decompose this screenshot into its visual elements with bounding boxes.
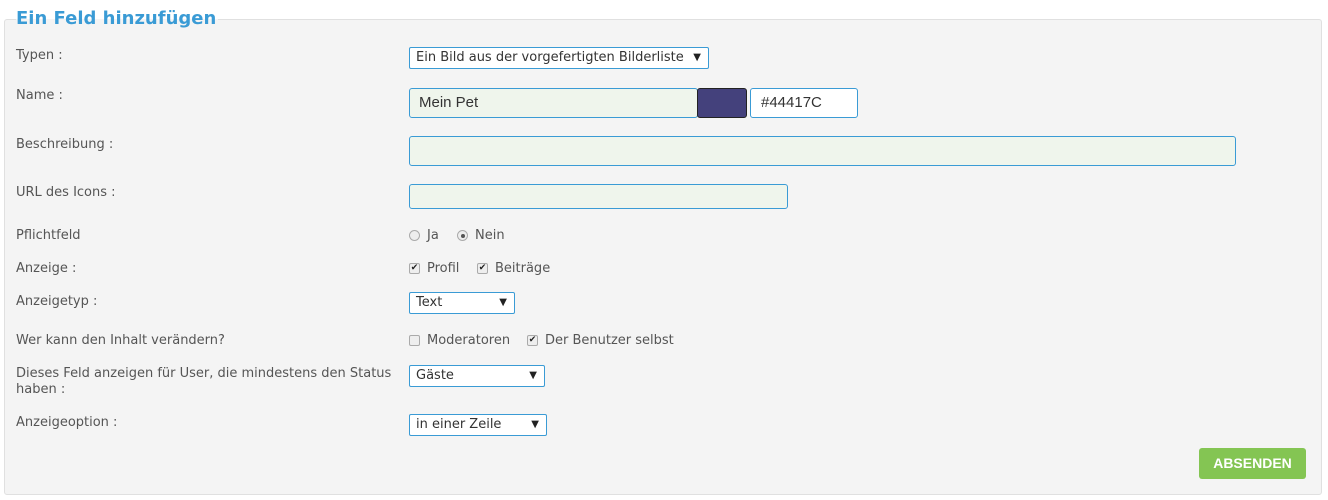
chevron-down-icon: ▼ — [529, 370, 537, 381]
checkbox-unchecked-icon — [409, 335, 420, 346]
anzeige-beitraege-checkbox[interactable]: ✔ Beiträge — [477, 261, 550, 276]
pflichtfeld-ja-radio[interactable]: Ja — [409, 228, 439, 243]
status-select[interactable]: Gäste ▼ — [409, 365, 545, 387]
pflichtfeld-label: Pflichtfeld — [16, 228, 81, 243]
status-label: Dieses Feld anzeigen für User, die minde… — [16, 366, 391, 398]
chevron-down-icon: ▼ — [531, 419, 539, 430]
url-icon-label: URL des Icons : — [16, 185, 116, 200]
beschreibung-input[interactable] — [409, 136, 1236, 166]
status-label-line1: Dieses Feld anzeigen für User, die minde… — [16, 366, 392, 381]
name-label: Name : — [16, 88, 63, 103]
benutzer-selbst-checkbox[interactable]: ✔ Der Benutzer selbst — [527, 333, 674, 348]
chevron-down-icon: ▼ — [499, 297, 507, 308]
checkbox-checked-icon: ✔ — [409, 263, 420, 274]
wer-kann-label: Wer kann den Inhalt verändern? — [16, 333, 225, 348]
status-select-value: Gäste — [416, 368, 454, 383]
checkbox-label: Moderatoren — [427, 333, 511, 348]
submit-button[interactable]: ABSENDEN — [1199, 448, 1306, 479]
moderatoren-checkbox[interactable]: Moderatoren — [409, 333, 510, 348]
checkbox-checked-icon: ✔ — [527, 335, 538, 346]
typen-label: Typen : — [16, 48, 63, 63]
name-input[interactable]: Mein Pet — [409, 88, 698, 118]
beschreibung-label: Beschreibung : — [16, 137, 114, 152]
status-label-line2: haben : — [16, 382, 66, 397]
radio-selected-icon — [457, 230, 468, 241]
pflichtfeld-nein-radio[interactable]: Nein — [457, 228, 505, 243]
checkbox-label: Beiträge — [495, 261, 551, 276]
anzeigetyp-label: Anzeigetyp : — [16, 294, 98, 309]
anzeigeoption-select[interactable]: in einer Zeile ▼ — [409, 414, 547, 436]
url-icon-input[interactable] — [409, 184, 788, 209]
chevron-down-icon: ▼ — [693, 52, 701, 63]
panel-title: Ein Feld hinzufügen — [16, 8, 219, 30]
radio-icon — [409, 230, 420, 241]
radio-label: Nein — [475, 228, 505, 243]
checkbox-label: Der Benutzer selbst — [545, 333, 674, 348]
typen-select-value: Ein Bild aus der vorgefertigten Bilderli… — [416, 50, 684, 65]
radio-label: Ja — [427, 228, 439, 243]
anzeigetyp-select[interactable]: Text ▼ — [409, 292, 515, 314]
checkbox-label: Profil — [427, 261, 460, 276]
anzeige-label: Anzeige : — [16, 261, 77, 276]
checkbox-checked-icon: ✔ — [477, 263, 488, 274]
anzeigetyp-select-value: Text — [416, 295, 443, 310]
typen-select[interactable]: Ein Bild aus der vorgefertigten Bilderli… — [409, 47, 709, 69]
anzeigeoption-select-value: in einer Zeile — [416, 417, 502, 432]
anzeigeoption-label: Anzeigeoption : — [16, 415, 118, 430]
anzeige-profil-checkbox[interactable]: ✔ Profil — [409, 261, 459, 276]
color-hex-input[interactable]: #44417C — [750, 88, 858, 118]
color-swatch[interactable] — [697, 88, 747, 118]
